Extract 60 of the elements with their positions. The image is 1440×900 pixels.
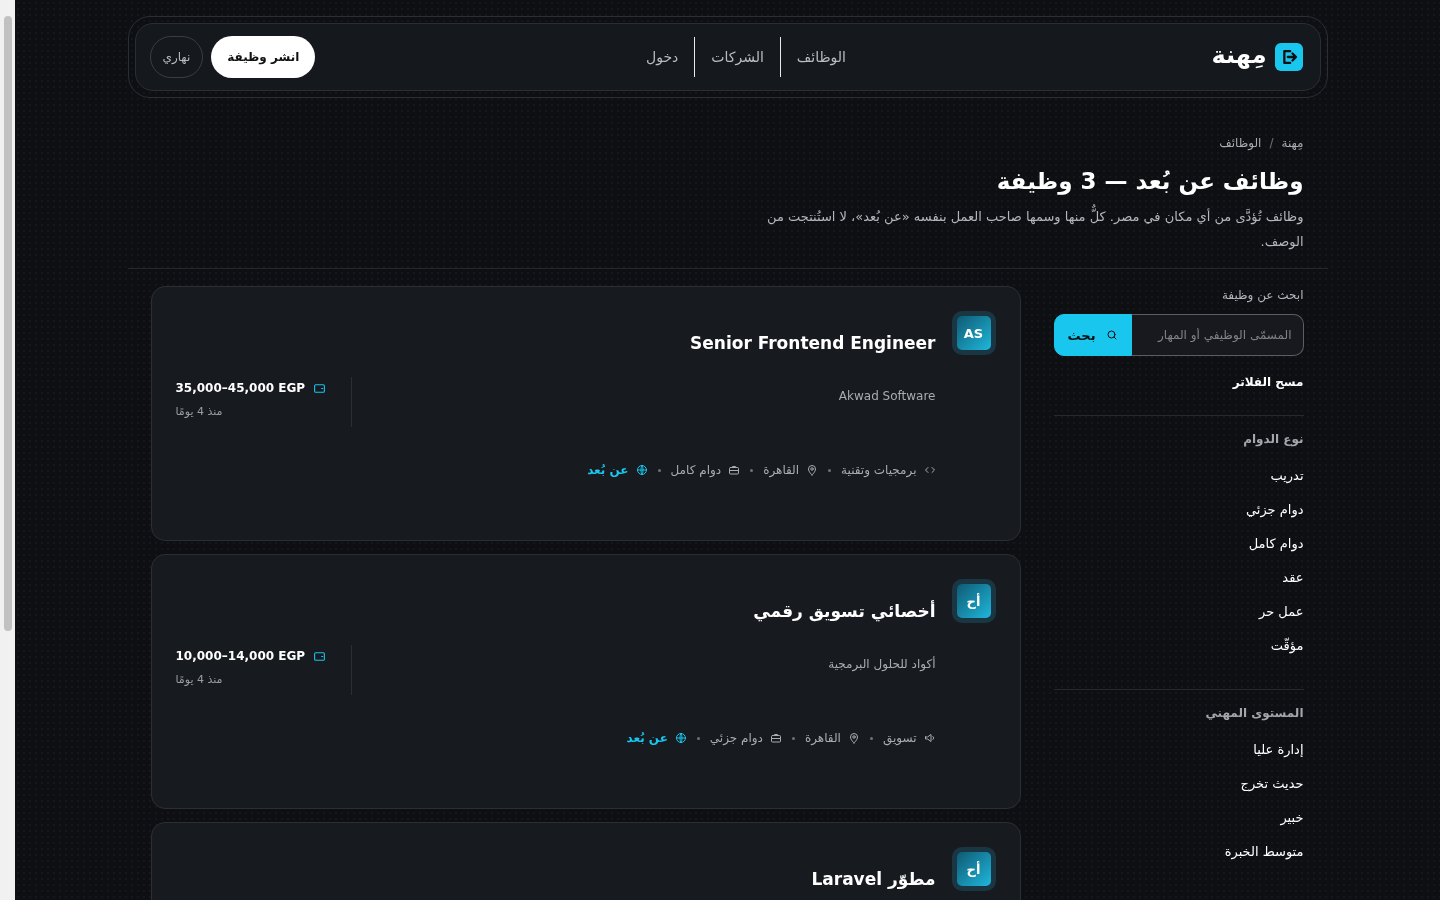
code-icon bbox=[923, 464, 936, 476]
search-label: ابحث عن وظيفة bbox=[1220, 288, 1304, 302]
company-name: أكواد للحلول البرمجية bbox=[828, 657, 936, 674]
breadcrumb-link[interactable]: مِهنة bbox=[1281, 136, 1304, 150]
filter-option[interactable]: دوام كامل bbox=[1053, 527, 1304, 561]
nav-link[interactable]: دخول bbox=[630, 49, 695, 65]
scrollbar[interactable] bbox=[0, 0, 15, 900]
megaphone-icon bbox=[923, 732, 936, 744]
job-tag: تسويق bbox=[882, 731, 917, 745]
salary-text: 10,000–14,000 EGP bbox=[175, 649, 306, 663]
location-pin-icon bbox=[847, 732, 860, 744]
filter-option[interactable]: دوام جزئي bbox=[1053, 493, 1304, 527]
filter-option[interactable]: متوسط الخبرة bbox=[1053, 835, 1304, 869]
nav-link[interactable]: الوظائف bbox=[780, 49, 862, 65]
search-button[interactable]: بحث bbox=[1053, 314, 1132, 356]
job-tag: عن بُعد bbox=[587, 463, 629, 477]
posted-time: منذ 4 يومًا bbox=[175, 405, 223, 418]
nav-link[interactable]: الشركات bbox=[695, 49, 780, 65]
company-logo: أح bbox=[951, 579, 996, 623]
filter-option[interactable]: عمل حر bbox=[1053, 595, 1304, 629]
filter-group-title: نوع الدوام bbox=[1242, 432, 1304, 446]
job-tag: برمجيات وتقنية bbox=[841, 463, 917, 477]
filter-option[interactable]: عقد bbox=[1053, 561, 1304, 595]
globe-icon bbox=[635, 464, 648, 476]
job-tag: عن بُعد bbox=[626, 731, 668, 745]
filter-option[interactable]: تدريب bbox=[1053, 459, 1304, 493]
job-tag: القاهرة bbox=[804, 731, 841, 745]
job-title[interactable]: أخصائي تسويق رقمي bbox=[175, 591, 936, 631]
filter-option[interactable]: مؤقّت bbox=[1053, 629, 1304, 663]
brand-name[interactable]: مِهنة bbox=[1211, 41, 1267, 69]
search-icon bbox=[1105, 329, 1118, 341]
page-title: وظائف عن بُعد — 3 وظيفة bbox=[995, 168, 1304, 194]
job-title[interactable]: مطوّر Laravel bbox=[175, 859, 936, 899]
filter-option[interactable]: حديث تخرج bbox=[1053, 767, 1304, 801]
job-tag: القاهرة bbox=[763, 463, 800, 477]
salary-text: 35,000–45,000 EGP bbox=[175, 381, 306, 395]
location-pin-icon bbox=[806, 464, 819, 476]
post-job-button[interactable]: انشر وظيفة bbox=[211, 36, 316, 78]
job-title[interactable]: Senior Frontend Engineer bbox=[175, 323, 936, 363]
wallet-icon bbox=[313, 649, 327, 663]
company-logo: AS bbox=[951, 311, 996, 355]
posted-time: منذ 4 يومًا bbox=[175, 673, 223, 686]
job-tag: دوام جزئي bbox=[709, 731, 763, 745]
filter-option[interactable]: إدارة عليا bbox=[1053, 733, 1304, 767]
globe-icon bbox=[674, 732, 687, 744]
briefcase-icon bbox=[769, 732, 782, 744]
company-logo: أح bbox=[951, 847, 996, 891]
filter-group-title: المستوى المهني bbox=[1204, 706, 1304, 720]
job-tag: دوام كامل bbox=[670, 463, 722, 477]
briefcase-icon bbox=[728, 464, 741, 476]
breadcrumb-separator: / bbox=[1269, 136, 1274, 150]
filter-option[interactable]: خبير bbox=[1053, 801, 1304, 835]
wallet-icon bbox=[313, 381, 327, 395]
breadcrumb-link[interactable]: الوظائف bbox=[1219, 136, 1262, 150]
job-card[interactable]: أح مطوّر Laravel bbox=[150, 822, 1021, 900]
company-name: Akwad Software bbox=[838, 389, 936, 405]
clear-filters-link[interactable]: مسح الفلاتر bbox=[1053, 375, 1304, 389]
page-description: وظائف تُؤدَّى من أي مكان في مصر. كلٌّ منها وسمها صاحب العمل بنفسه «عن بُعد»، لا استُنتجت من الوصف. bbox=[758, 204, 1304, 254]
scrollbar-thumb[interactable] bbox=[3, 16, 12, 631]
logo-icon bbox=[1274, 43, 1303, 71]
